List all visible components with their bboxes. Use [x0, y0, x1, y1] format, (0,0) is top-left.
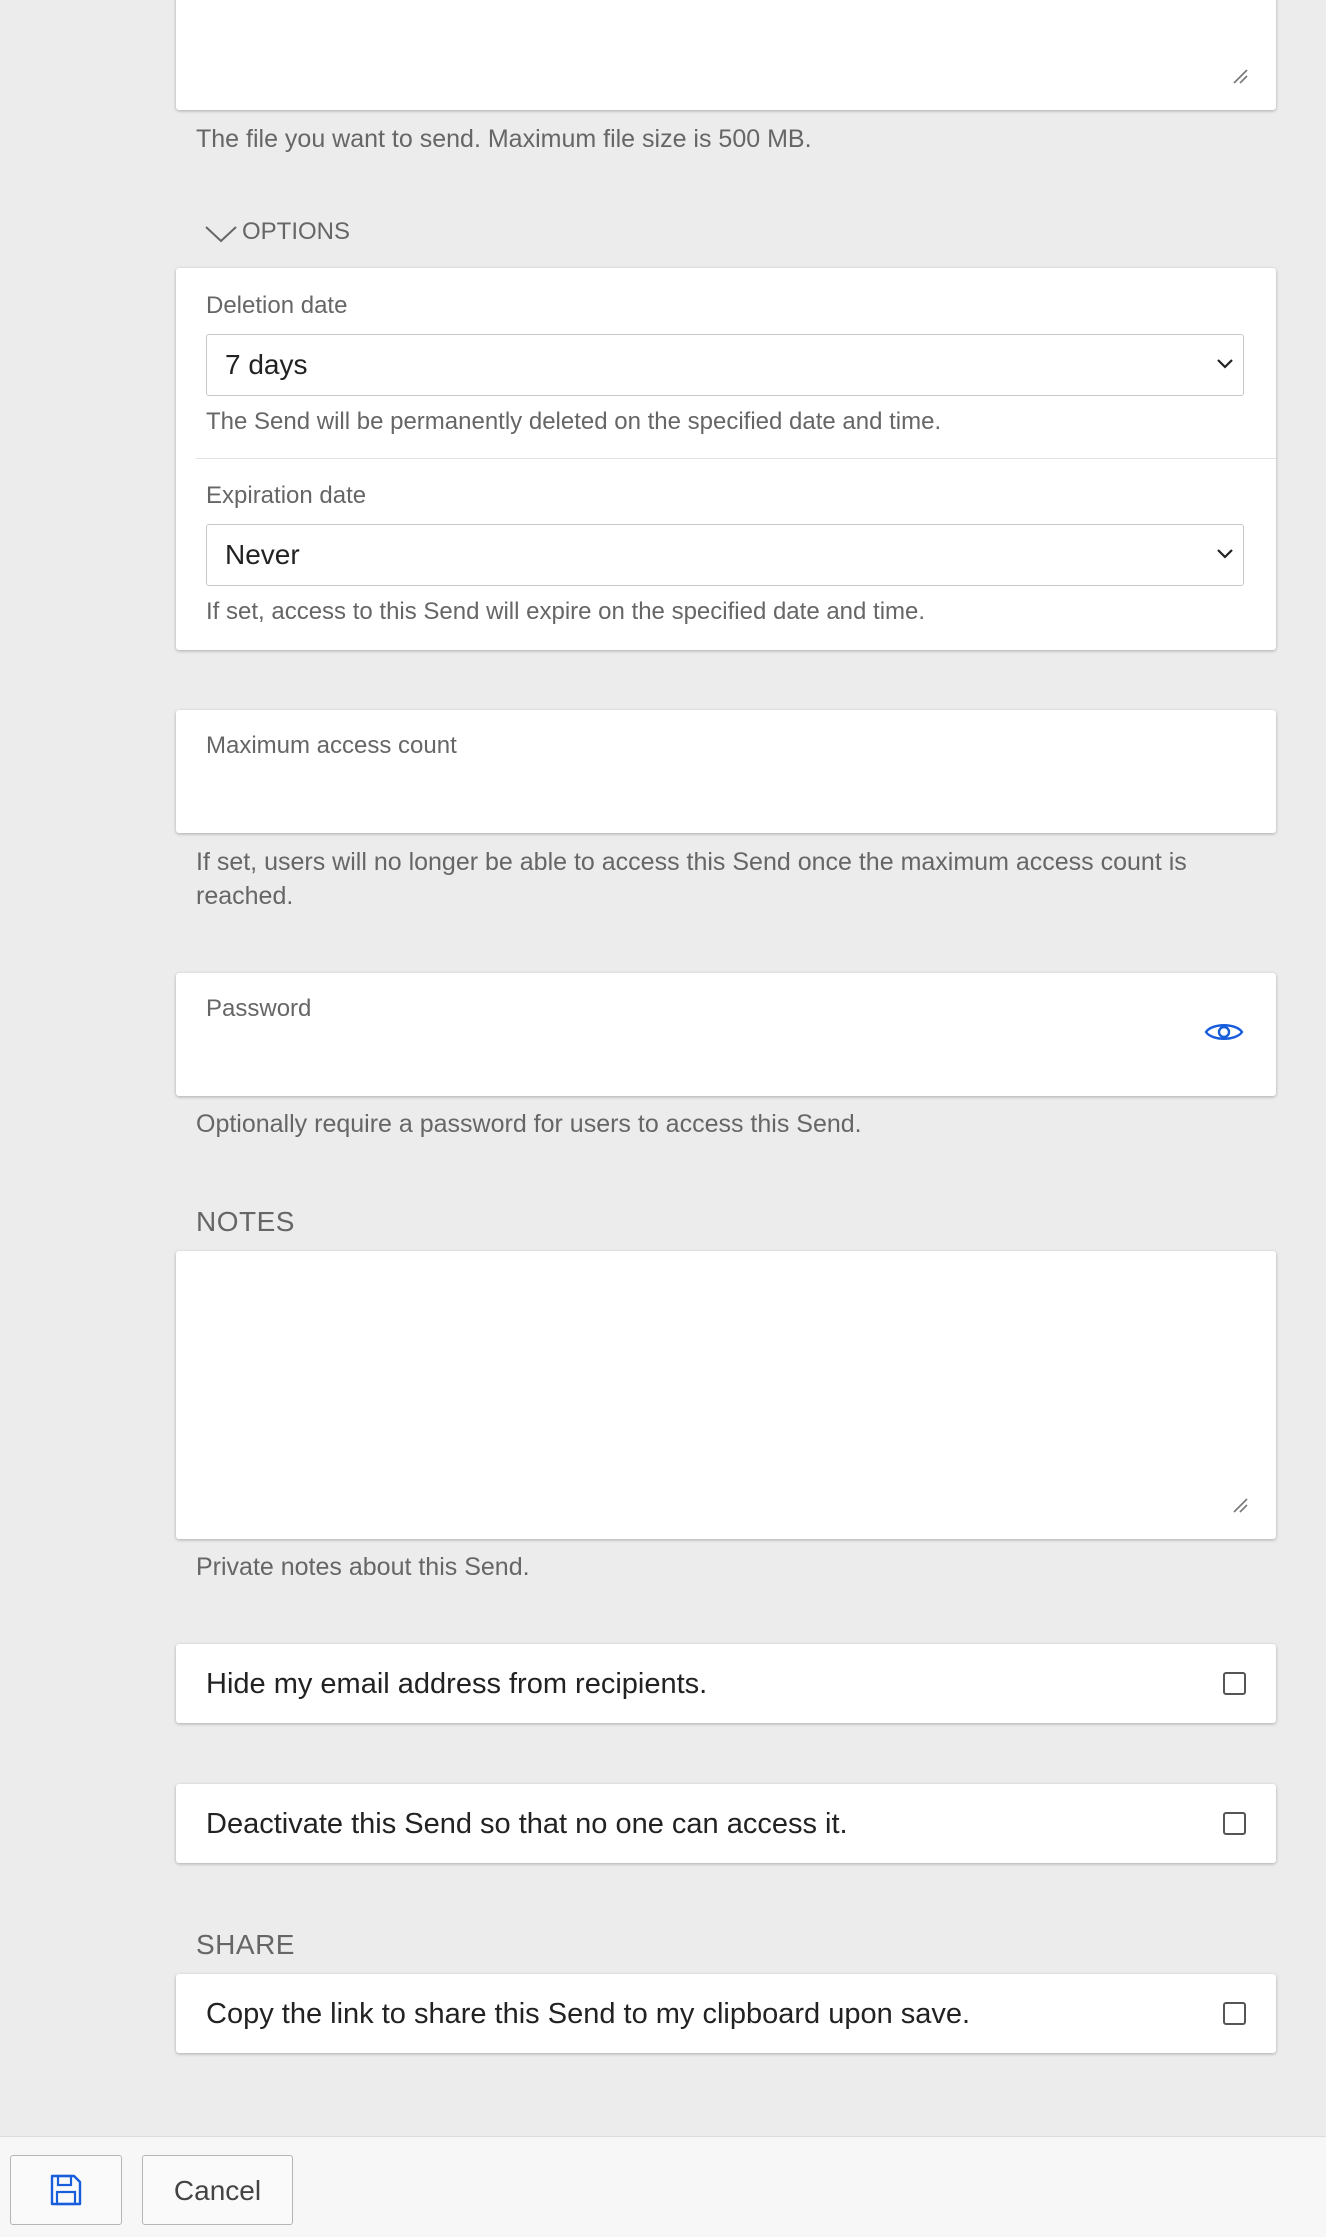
copy-link-option[interactable]: Copy the link to share this Send to my c…	[176, 1974, 1276, 2053]
max-access-count-field[interactable]: Maximum access count	[176, 710, 1276, 833]
expiration-date-help: If set, access to this Send will expire …	[206, 598, 926, 625]
chevron-down-icon	[205, 226, 237, 243]
footer-bar: Cancel	[0, 2136, 1326, 2237]
password-input[interactable]	[206, 1037, 1110, 1079]
divider	[196, 458, 1276, 459]
resize-grip-icon[interactable]	[1232, 68, 1248, 84]
file-help-text: The file you want to send. Maximum file …	[196, 125, 812, 153]
max-access-count-label: Maximum access count	[206, 732, 457, 759]
deletion-date-value: 7 days	[225, 349, 308, 380]
options-toggle-label: OPTIONS	[242, 218, 351, 245]
copy-link-label: Copy the link to share this Send to my c…	[206, 1998, 971, 2030]
cancel-button[interactable]: Cancel	[142, 2155, 293, 2225]
notes-section-label: NOTES	[196, 1206, 295, 1237]
notes-help: Private notes about this Send.	[196, 1553, 530, 1581]
deactivate-checkbox[interactable]	[1223, 1812, 1246, 1835]
max-access-count-help: If set, users will no longer be able to …	[196, 848, 1187, 910]
deletion-date-select[interactable]: 7 days	[206, 334, 1244, 396]
share-section-label: SHARE	[196, 1929, 295, 1960]
deletion-date-label: Deletion date	[206, 292, 348, 319]
max-access-count-input[interactable]	[206, 774, 1210, 816]
expiration-date-select[interactable]: Never	[206, 524, 1244, 586]
chevron-down-icon	[1217, 359, 1233, 369]
password-help: Optionally require a password for users …	[196, 1110, 862, 1138]
floppy-disk-icon	[50, 2174, 82, 2206]
hide-email-label: Hide my email address from recipients.	[206, 1668, 708, 1700]
resize-grip-icon[interactable]	[1232, 1497, 1248, 1513]
expiration-date-value: Never	[225, 539, 300, 570]
chevron-down-icon	[1217, 549, 1233, 559]
expiration-date-label: Expiration date	[206, 482, 367, 509]
file-input-area[interactable]	[176, 0, 1276, 110]
cancel-button-label: Cancel	[173, 2175, 262, 2206]
password-label: Password	[206, 995, 312, 1022]
notes-textarea[interactable]	[176, 1251, 1276, 1539]
hide-email-checkbox[interactable]	[1223, 1672, 1246, 1695]
hide-email-option[interactable]: Hide my email address from recipients.	[176, 1644, 1276, 1723]
eye-icon[interactable]	[1204, 1019, 1244, 1045]
copy-link-checkbox[interactable]	[1223, 2002, 1246, 2025]
password-field[interactable]: Password	[176, 973, 1276, 1096]
deactivate-option[interactable]: Deactivate this Send so that no one can …	[176, 1784, 1276, 1863]
deactivate-label: Deactivate this Send so that no one can …	[206, 1808, 848, 1840]
deletion-date-help: The Send will be permanently deleted on …	[206, 408, 942, 435]
save-button[interactable]	[10, 2155, 122, 2225]
options-card: Deletion date 7 days The Send will be pe…	[176, 268, 1276, 650]
